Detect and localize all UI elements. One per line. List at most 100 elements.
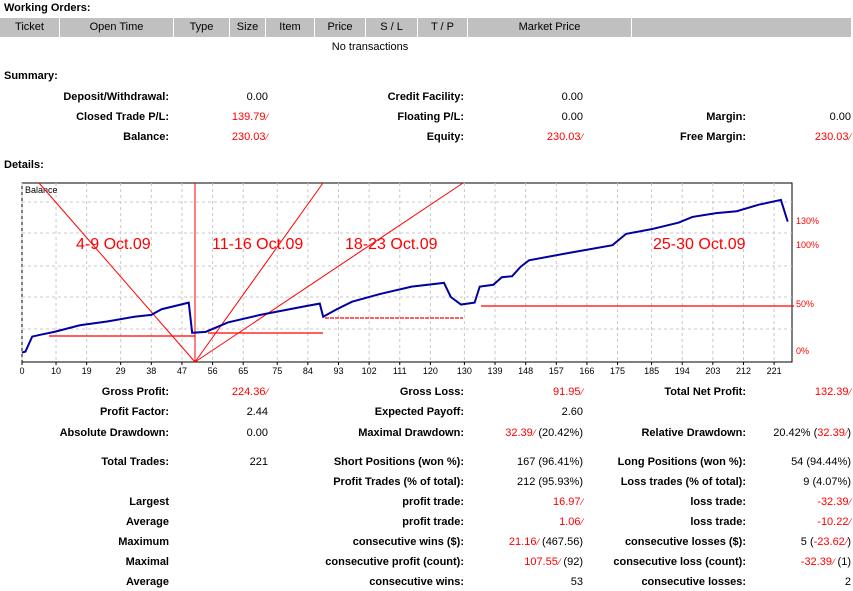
- stat-label: Total Trades:: [101, 456, 169, 468]
- x-tick-label: 102: [362, 366, 377, 376]
- stat-value: 230.03: [465, 129, 583, 145]
- stat-value-part: -32.39: [817, 496, 851, 508]
- stat-value-part: 91.95: [553, 386, 583, 398]
- stats-row: Profit Trades (% of total): 212 (95.93%) L…: [0, 474, 853, 490]
- stat-label: Closed Trade P/L:: [76, 111, 169, 123]
- stat-label: Maximum: [118, 536, 169, 548]
- stat-value-part: 221: [249, 456, 268, 468]
- stat-label: profit trade:: [402, 496, 464, 508]
- stat-value-part: 0.00: [246, 91, 268, 103]
- x-tick-label: 38: [146, 366, 156, 376]
- stats-row: Maximumconsecutive wins ($):21.16 (467.5…: [0, 534, 853, 550]
- stat-label: Balance:: [123, 131, 169, 143]
- stat-value-part: (20.42%): [535, 427, 583, 439]
- stat-label: Expected Payoff:: [374, 406, 464, 418]
- right-label-130: 130%: [796, 216, 820, 226]
- stat-value: -10.22: [747, 514, 851, 530]
- stat-label: Average: [125, 516, 169, 528]
- stats-row: Profit Factor: 2.44 Expected Payoff: 2.60: [0, 404, 853, 420]
- x-tick-label: 0: [20, 366, 25, 376]
- col-open-time[interactable]: Open Time: [60, 18, 174, 37]
- stat-label: Absolute Drawdown:: [59, 427, 169, 439]
- col-ticket[interactable]: Ticket: [0, 18, 60, 37]
- working-orders-title: Working Orders:: [4, 2, 91, 14]
- stat-value: 132.39: [747, 384, 851, 400]
- stat-value-part: 230.03: [815, 131, 851, 143]
- stat-value: 0.00: [170, 425, 268, 441]
- stat-value: 91.95: [465, 384, 583, 400]
- x-tick-label: 19: [82, 366, 92, 376]
- x-tick-label: 130: [457, 366, 472, 376]
- stat-value: 224.36: [170, 384, 268, 400]
- stat-label: Profit Factor:: [99, 406, 169, 418]
- x-tick-label: 29: [116, 366, 126, 376]
- stat-value-part: (1): [834, 556, 851, 568]
- stat-label: Deposit/Withdrawal:: [63, 91, 169, 103]
- stat-label: Largest: [129, 496, 169, 508]
- x-tick-label: 139: [488, 366, 503, 376]
- stat-value: 54 (94.44%): [747, 454, 851, 470]
- stat-value: 0.00: [465, 89, 583, 105]
- stat-value: 2.44: [170, 404, 268, 420]
- stats-row: Average consecutive wins: 53 consecutive lo…: [0, 574, 853, 590]
- annotation-week-1: 4-9 Oct.09: [76, 236, 151, 253]
- stats-row: Balance: 230.03 Equity: 230.03 Free Margin: 2…: [0, 129, 853, 145]
- stat-label: consecutive loss (count):: [613, 556, 746, 568]
- stat-value-part: 0.00: [246, 427, 268, 439]
- chart-title: Balance: [25, 185, 58, 195]
- stat-value-part: 5 (: [800, 536, 814, 548]
- col-tp[interactable]: T / P: [418, 18, 468, 37]
- col-item[interactable]: Item: [266, 18, 315, 37]
- stat-value: 107.55 (92): [465, 554, 583, 570]
- stat-value: 221: [170, 454, 268, 470]
- stat-label: consecutive losses:: [641, 576, 746, 588]
- stat-value-part: 0.00: [561, 91, 583, 103]
- stats-row: Maximal consecutive profit (count): 107.55…: [0, 554, 853, 570]
- stat-value-part: 32.39: [817, 427, 847, 439]
- stat-value-part: 230.03: [232, 131, 268, 143]
- stat-value-part: 21.16: [509, 536, 539, 548]
- col-price[interactable]: Price: [315, 18, 366, 37]
- stat-value-part: 2.44: [246, 406, 268, 418]
- stat-value: 167 (96.41%): [465, 454, 583, 470]
- x-tick-label: 148: [518, 366, 533, 376]
- stat-value: -32.39 (1): [747, 554, 851, 570]
- stats-row: Total Trades: 221 Short Positions (won %):…: [0, 454, 853, 470]
- x-tick-label: 194: [675, 366, 690, 376]
- stats-row: Largest profit trade: 16.97 loss trade: -32.…: [0, 494, 853, 510]
- stat-value: 2: [747, 574, 851, 590]
- col-type[interactable]: Type: [174, 18, 230, 37]
- stat-value: 16.97: [465, 494, 583, 510]
- stats-row: Gross Profit: 224.36 Gross Loss: 91.95 Total…: [0, 384, 853, 400]
- stat-value: 32.39 (20.42%): [465, 425, 583, 441]
- stat-value-part: 212 (95.93%): [516, 476, 583, 488]
- x-tick-label: 65: [238, 366, 248, 376]
- stat-label: profit trade:: [402, 516, 464, 528]
- x-tick-label: 120: [423, 366, 438, 376]
- stat-value-part: 2: [844, 576, 851, 588]
- stat-value: -32.39: [747, 494, 851, 510]
- annotation-week-3: 18-23 Oct.09: [345, 236, 438, 253]
- stat-value-part: 0.00: [829, 111, 851, 123]
- stat-label: Margin:: [706, 111, 746, 123]
- x-tick-label: 166: [579, 366, 594, 376]
- stat-value: 1.06: [465, 514, 583, 530]
- stats-row: Average profit trade: 1.06 loss trade: -10.2…: [0, 514, 853, 530]
- col-sl[interactable]: S / L: [366, 18, 418, 37]
- stat-label: consecutive losses ($):: [624, 536, 746, 548]
- stat-label: Relative Drawdown:: [641, 427, 746, 439]
- right-label-50: 50%: [796, 299, 815, 309]
- stat-value-part: ): [847, 427, 851, 439]
- col-size[interactable]: Size: [230, 18, 266, 37]
- stat-value-part: ): [847, 536, 851, 548]
- stat-value-part: -23.62: [814, 536, 848, 548]
- stat-value-part: 16.97: [553, 496, 583, 508]
- stat-label: Equity:: [426, 131, 464, 143]
- stat-label: Credit Facility:: [387, 91, 464, 103]
- stat-label: consecutive profit (count):: [325, 556, 464, 568]
- stat-label: Short Positions (won %):: [333, 456, 464, 468]
- stat-value-part: (92): [560, 556, 583, 568]
- x-tick-label: 221: [767, 366, 782, 376]
- col-market-price[interactable]: Market Price: [468, 18, 632, 37]
- x-tick-label: 212: [736, 366, 751, 376]
